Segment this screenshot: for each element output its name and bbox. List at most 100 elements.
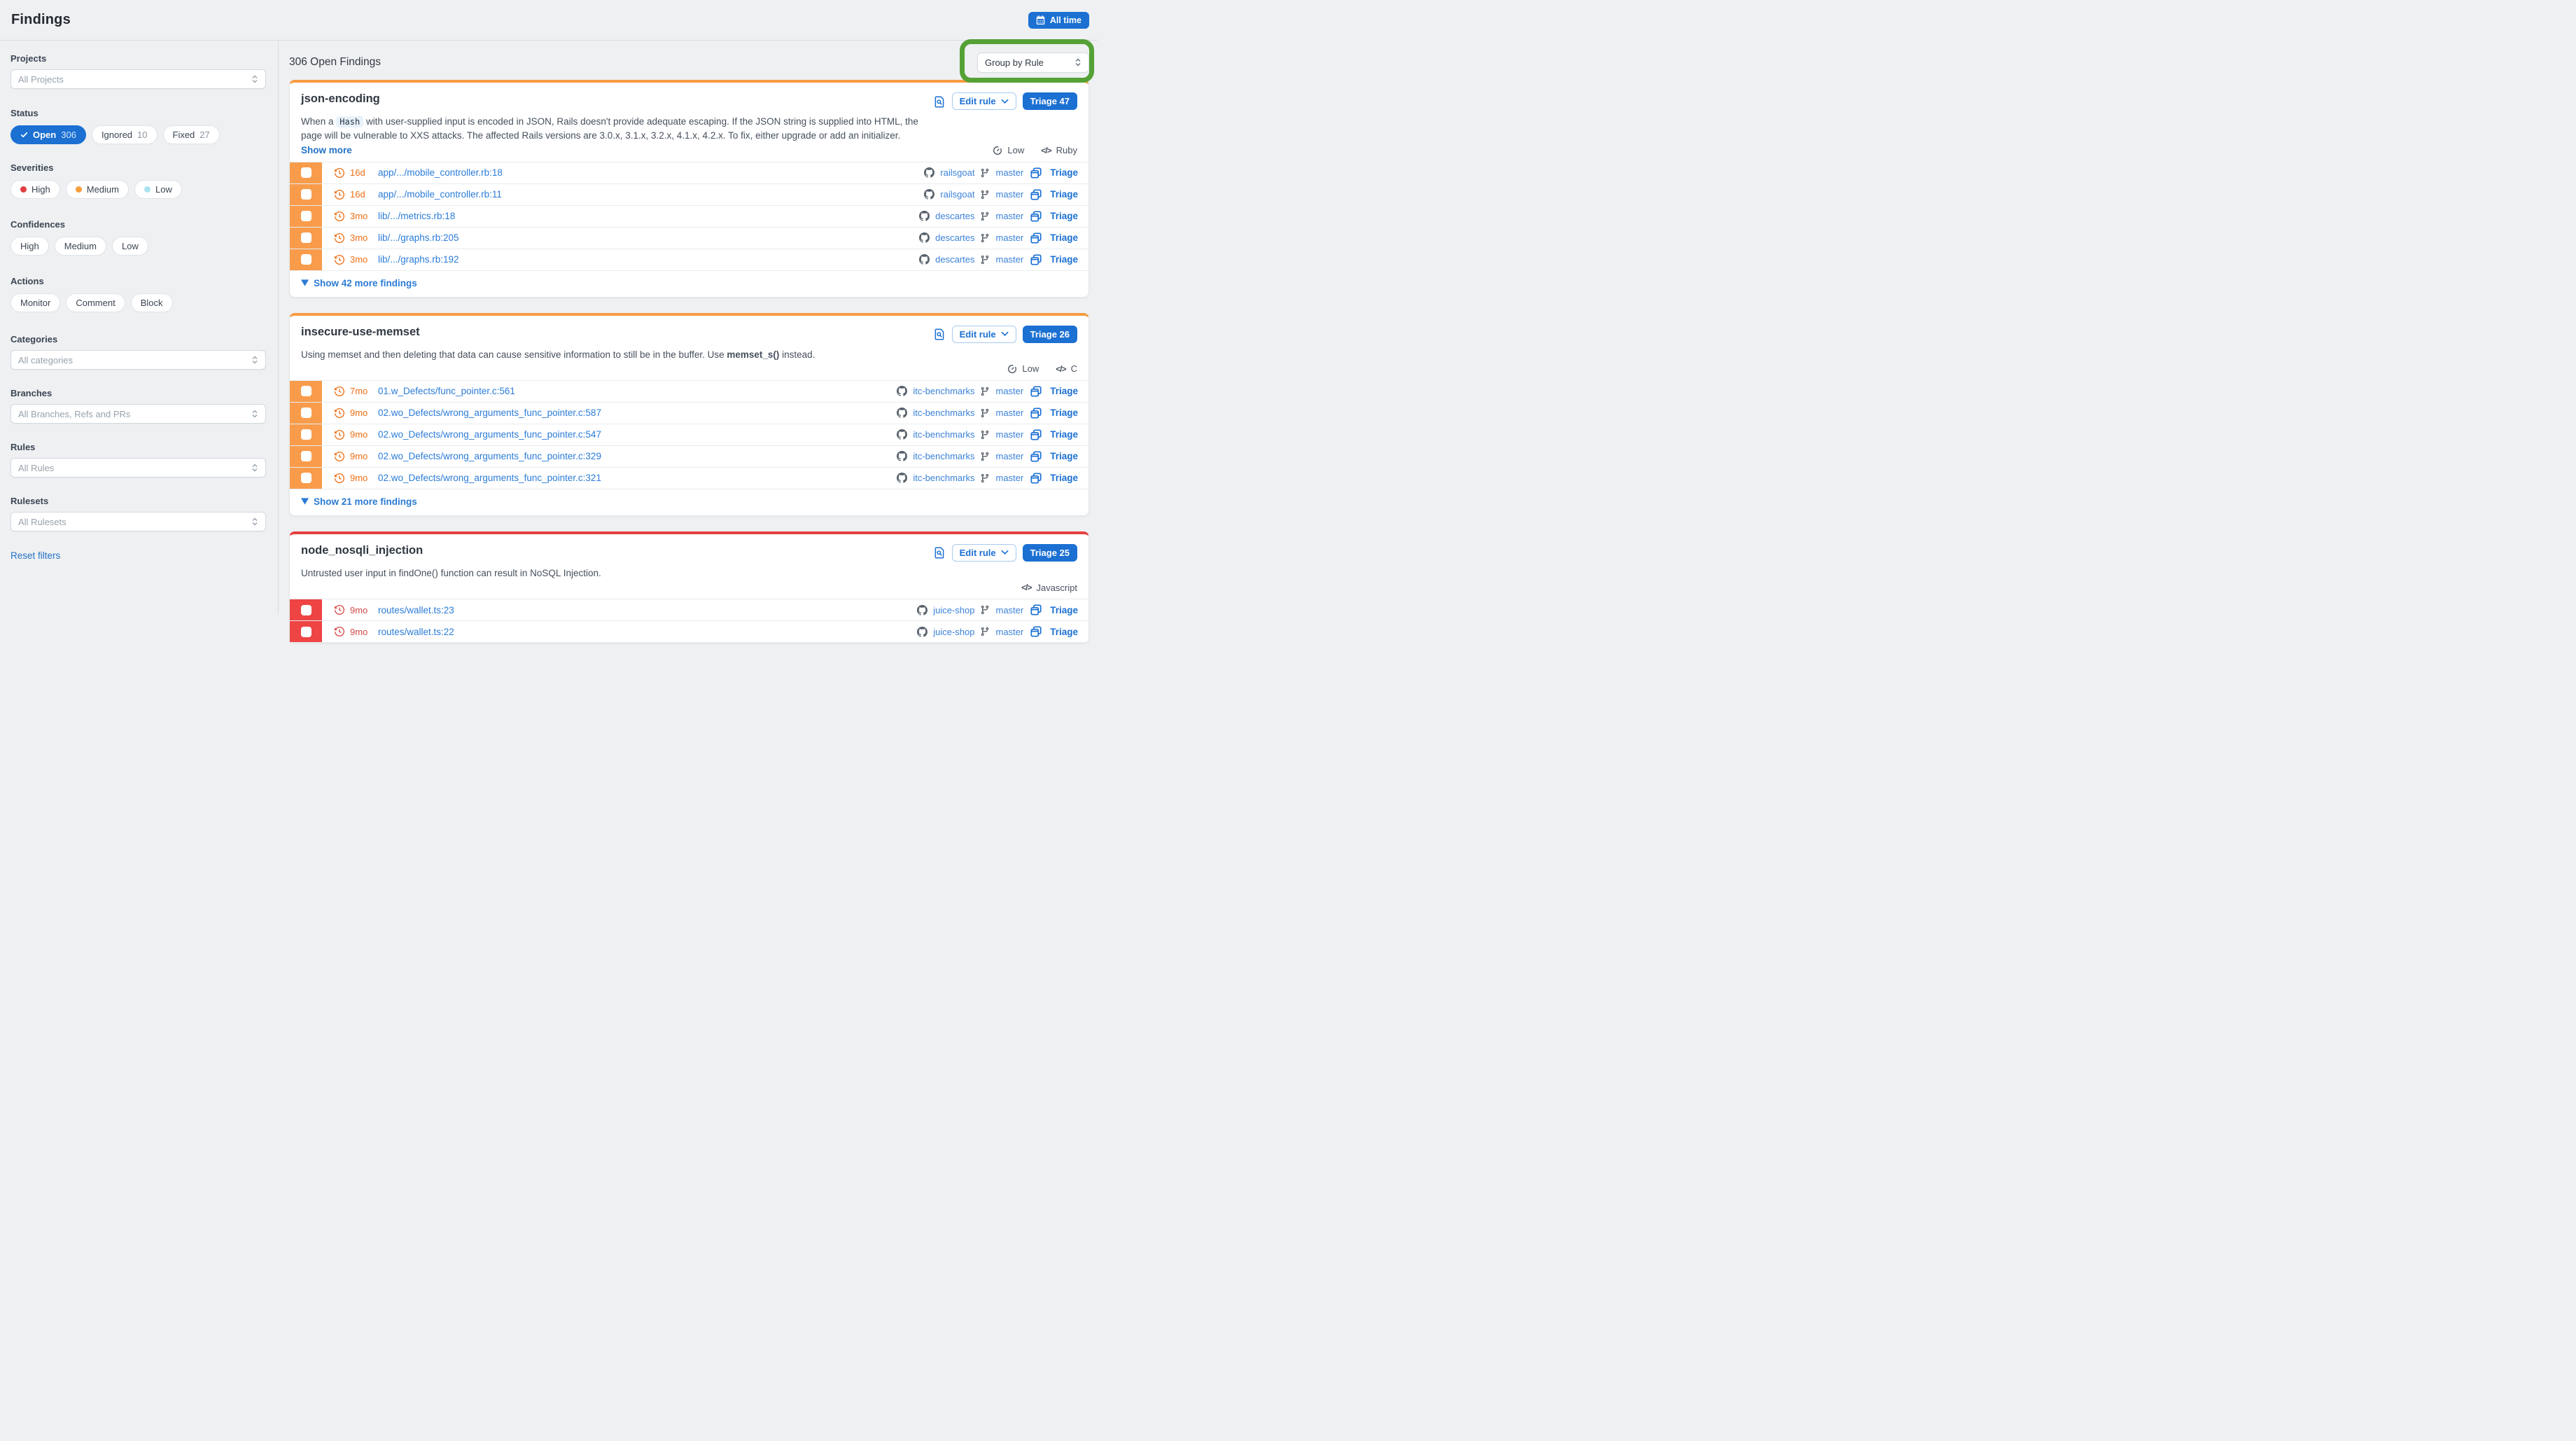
finding-path-link[interactable]: 01.w_Defects/func_pointer.c:561 [378,386,515,396]
reset-filters-link[interactable]: Reset filters [10,550,60,561]
triage-link[interactable]: Triage [1050,232,1078,243]
repo-link[interactable]: descartes [935,254,974,265]
edit-rule-button[interactable]: Edit rule [952,326,1016,343]
row-checkbox[interactable] [301,451,312,461]
repo-link[interactable]: itc-benchmarks [913,473,974,483]
row-checkbox[interactable] [301,627,312,637]
finding-path-link[interactable]: app/.../mobile_controller.rb:11 [378,189,502,200]
open-windows-icon[interactable] [1030,473,1042,484]
edit-rule-button[interactable]: Edit rule [952,544,1016,562]
open-windows-icon[interactable] [1030,408,1042,419]
status-pill-open[interactable]: Open 306 [10,125,86,144]
show-more-findings-link[interactable]: Show 21 more findings [290,489,1088,515]
open-windows-icon[interactable] [1030,429,1042,440]
row-checkbox[interactable] [301,167,312,178]
show-more-link[interactable]: Show more [301,145,352,155]
action-pill-comment[interactable]: Comment [66,293,125,312]
triage-link[interactable]: Triage [1050,189,1078,200]
branch-link[interactable]: master [995,473,1023,483]
repo-link[interactable]: itc-benchmarks [913,451,974,461]
triage-link[interactable]: Triage [1050,605,1078,615]
all-time-button[interactable]: All time [1028,12,1089,29]
open-windows-icon[interactable] [1030,451,1042,462]
row-checkbox[interactable] [301,605,312,615]
triage-link[interactable]: Triage [1050,473,1078,483]
row-checkbox[interactable] [301,408,312,418]
finding-path-link[interactable]: routes/wallet.ts:23 [378,605,454,615]
row-checkbox[interactable] [301,429,312,440]
open-windows-icon[interactable] [1030,386,1042,397]
severity-pill-medium[interactable]: Medium [66,180,129,199]
repo-link[interactable]: itc-benchmarks [913,408,974,418]
row-checkbox[interactable] [301,211,312,221]
branch-link[interactable]: master [995,211,1023,221]
confidence-pill-high[interactable]: High [10,237,49,256]
confidence-pill-medium[interactable]: Medium [55,237,106,256]
finding-path-link[interactable]: routes/wallet.ts:22 [378,627,454,637]
row-checkbox[interactable] [301,232,312,243]
open-windows-icon[interactable] [1030,189,1042,200]
repo-link[interactable]: descartes [935,232,974,243]
branch-link[interactable]: master [995,254,1023,265]
finding-path-link[interactable]: lib/.../metrics.rb:18 [378,211,455,221]
open-windows-icon[interactable] [1030,604,1042,615]
finding-path-link[interactable]: 02.wo_Defects/wrong_arguments_func_point… [378,408,601,418]
projects-select[interactable]: All Projects [10,69,266,89]
status-pill-ignored[interactable]: Ignored 10 [92,125,158,144]
branch-link[interactable]: master [995,167,1023,178]
show-more-findings-link[interactable]: Show 42 more findings [290,271,1088,297]
finding-path-link[interactable]: lib/.../graphs.rb:205 [378,232,459,243]
repo-link[interactable]: itc-benchmarks [913,429,974,440]
branch-link[interactable]: master [995,386,1023,396]
open-windows-icon[interactable] [1030,626,1042,637]
triage-link[interactable]: Triage [1050,167,1078,178]
view-rule-file-search-icon[interactable] [934,546,946,559]
edit-rule-button[interactable]: Edit rule [952,92,1016,110]
open-windows-icon[interactable] [1030,211,1042,222]
status-pill-fixed[interactable]: Fixed 27 [163,125,220,144]
finding-path-link[interactable]: 02.wo_Defects/wrong_arguments_func_point… [378,473,601,483]
repo-link[interactable]: juice-shop [933,605,974,615]
row-checkbox[interactable] [301,386,312,396]
finding-path-link[interactable]: 02.wo_Defects/wrong_arguments_func_point… [378,451,601,461]
open-windows-icon[interactable] [1030,254,1042,265]
triage-link[interactable]: Triage [1050,627,1078,637]
rules-select[interactable]: All Rules [10,458,266,478]
view-rule-file-search-icon[interactable] [934,328,946,340]
triage-link[interactable]: Triage [1050,386,1078,396]
repo-link[interactable]: juice-shop [933,627,974,637]
triage-link[interactable]: Triage [1050,254,1078,265]
rulesets-select[interactable]: All Rulesets [10,512,266,531]
repo-link[interactable]: itc-benchmarks [913,386,974,396]
row-checkbox[interactable] [301,473,312,483]
finding-path-link[interactable]: lib/.../graphs.rb:192 [378,254,459,265]
row-checkbox[interactable] [301,189,312,200]
repo-link[interactable]: descartes [935,211,974,221]
group-by-select[interactable]: Group by Rule [977,53,1089,73]
open-windows-icon[interactable] [1030,167,1042,179]
triage-bulk-button[interactable]: Triage 25 [1023,544,1077,562]
branch-link[interactable]: master [995,605,1023,615]
finding-path-link[interactable]: 02.wo_Defects/wrong_arguments_func_point… [378,429,601,440]
branch-link[interactable]: master [995,627,1023,637]
triage-bulk-button[interactable]: Triage 26 [1023,326,1077,343]
triage-link[interactable]: Triage [1050,211,1078,221]
branch-link[interactable]: master [995,189,1023,200]
repo-link[interactable]: railsgoat [940,167,974,178]
finding-path-link[interactable]: app/.../mobile_controller.rb:18 [378,167,503,178]
branch-link[interactable]: master [995,232,1023,243]
action-pill-monitor[interactable]: Monitor [10,293,60,312]
severity-pill-low[interactable]: Low [134,180,182,199]
row-checkbox[interactable] [301,254,312,265]
triage-bulk-button[interactable]: Triage 47 [1023,92,1077,110]
branches-select[interactable]: All Branches, Refs and PRs [10,404,266,424]
triage-link[interactable]: Triage [1050,451,1078,461]
view-rule-file-search-icon[interactable] [934,95,946,108]
categories-select[interactable]: All categories [10,350,266,370]
open-windows-icon[interactable] [1030,232,1042,244]
confidence-pill-low[interactable]: Low [112,237,148,256]
branch-link[interactable]: master [995,429,1023,440]
severity-pill-high[interactable]: High [10,180,60,199]
action-pill-block[interactable]: Block [131,293,173,312]
triage-link[interactable]: Triage [1050,408,1078,418]
